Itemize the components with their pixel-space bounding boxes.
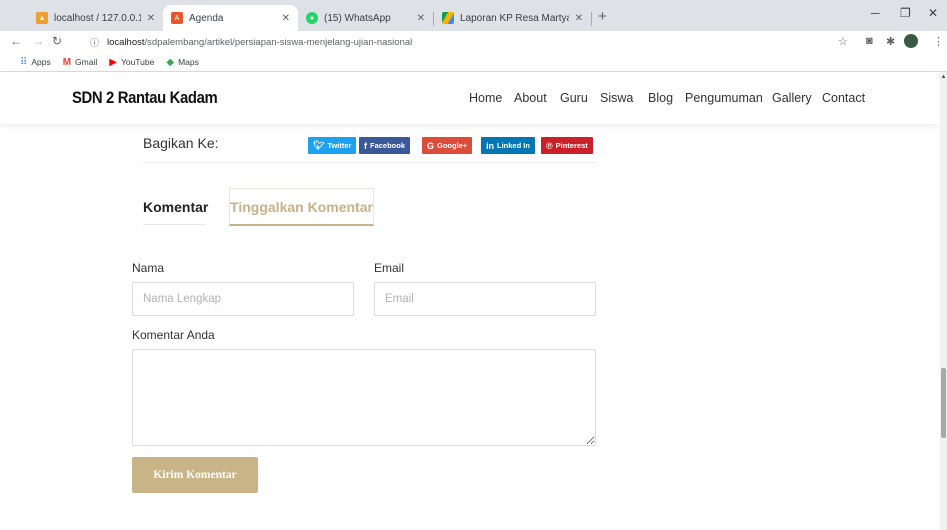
back-arrow-icon[interactable]: ←: [10, 34, 22, 48]
phpmyadmin-icon: ▲: [36, 12, 48, 24]
scrollbar-thumb[interactable]: [941, 368, 946, 438]
google-drive-icon: [442, 12, 454, 24]
share-twitter-button[interactable]: 🐦︎ Twitter: [308, 137, 357, 154]
url-host: localhost: [107, 36, 145, 48]
tab-title: Agenda: [189, 12, 224, 24]
browser-tab-bar: ▲ localhost / 127.0.0.1 / db_ ✕ A Agenda…: [0, 0, 947, 31]
profile-avatar[interactable]: [904, 34, 918, 48]
share-linkedin-button[interactable]: in Linked In: [481, 137, 535, 154]
email-label: Email: [374, 261, 405, 275]
divider: [143, 224, 206, 225]
forward-arrow-icon[interactable]: →: [32, 34, 44, 48]
bookmark-apps[interactable]: ⠿ Apps: [20, 57, 51, 68]
bookmark-label: YouTube: [120, 57, 155, 67]
extensions-puzzle-icon[interactable]: ✱: [886, 35, 895, 48]
share-button-label: Twitter: [327, 141, 352, 150]
nama-input[interactable]: [132, 282, 354, 316]
share-button-label: Google+: [437, 141, 468, 150]
nav-guru[interactable]: Guru: [560, 91, 588, 105]
whatsapp-icon: ●: [306, 12, 318, 24]
bookmark-gmail[interactable]: M Gmail: [63, 57, 98, 68]
url-path: /sdpalembang/artikel/persiapan-siswa-men…: [144, 36, 413, 48]
bookmark-label: Gmail: [75, 57, 98, 67]
restore-icon[interactable]: ❐: [900, 6, 911, 20]
tab-title: (15) WhatsApp: [324, 12, 391, 24]
pinterest-icon: ℗: [546, 140, 553, 151]
bookmark-label: Apps: [31, 57, 51, 67]
web-page: SDN 2 Rantau Kadam Home About Guru Siswa…: [0, 72, 940, 530]
scroll-up-arrow-icon[interactable]: ▲: [940, 74, 947, 80]
tab-komentar[interactable]: Komentar: [143, 199, 208, 215]
window-close-icon[interactable]: ✕: [928, 6, 938, 20]
browser-tab-drive[interactable]: Laporan KP Resa Martyan ✕: [434, 5, 591, 31]
nav-pengumuman[interactable]: Pengumuman: [685, 91, 763, 105]
maps-icon: ◆: [166, 56, 175, 68]
info-icon: ⓘ: [90, 37, 100, 48]
close-icon[interactable]: ✕: [276, 13, 290, 24]
bookmark-star-icon[interactable]: ☆: [838, 35, 848, 48]
page-scrollbar[interactable]: ▲: [940, 72, 947, 530]
divider: [143, 162, 596, 163]
bookmark-youtube[interactable]: ▶ YouTube: [109, 57, 154, 68]
bookmarks-bar: ⠿ Apps M Gmail ▶ YouTube ◆ Maps: [0, 53, 947, 72]
gmail-icon: M: [62, 56, 72, 68]
browser-toolbar: ← → ↻ ⓘ localhost/sdpalembang/artikel/pe…: [0, 31, 947, 53]
nav-home[interactable]: Home: [469, 91, 502, 105]
browser-tab-phpmyadmin[interactable]: ▲ localhost / 127.0.0.1 / db_ ✕: [28, 5, 163, 31]
kirim-komentar-button[interactable]: Kirim Komentar: [132, 457, 258, 493]
youtube-icon: ▶: [109, 56, 117, 68]
site-header: SDN 2 Rantau Kadam Home About Guru Siswa…: [0, 72, 940, 124]
reload-icon[interactable]: ↻: [52, 34, 62, 48]
share-pinterest-button[interactable]: ℗ Pinterest: [541, 137, 593, 154]
site-brand[interactable]: SDN 2 Rantau Kadam: [72, 89, 218, 108]
tab-title: localhost / 127.0.0.1 / db_: [54, 12, 141, 24]
share-facebook-button[interactable]: f Facebook: [359, 137, 411, 154]
bookmark-maps[interactable]: ◆ Maps: [166, 57, 199, 68]
close-icon[interactable]: ✕: [411, 13, 425, 24]
linkedin-icon: in: [486, 140, 494, 151]
email-input[interactable]: [374, 282, 596, 316]
minimize-icon[interactable]: ─: [871, 6, 880, 20]
twitter-icon: 🐦︎: [313, 140, 325, 150]
browser-tab-whatsapp[interactable]: ● (15) WhatsApp ✕: [298, 5, 433, 31]
share-button-label: Linked In: [497, 141, 530, 150]
menu-kebab-icon[interactable]: ⋮: [933, 35, 944, 48]
nav-siswa[interactable]: Siswa: [600, 91, 633, 105]
agenda-icon: A: [171, 12, 183, 24]
share-button-label: Pinterest: [555, 141, 588, 150]
share-google-plus-button[interactable]: G Google+: [422, 137, 473, 154]
nama-label: Nama: [132, 261, 165, 275]
nav-gallery[interactable]: Gallery: [772, 91, 812, 105]
tab-separator: [591, 12, 592, 26]
komentar-label: Komentar Anda: [132, 328, 215, 342]
nav-contact[interactable]: Contact: [822, 91, 865, 105]
nav-about[interactable]: About: [514, 91, 547, 105]
komentar-textarea[interactable]: [132, 349, 596, 446]
bookmark-label: Maps: [178, 57, 199, 67]
facebook-icon: f: [364, 140, 367, 151]
tab-tinggalkan-komentar[interactable]: Tinggalkan Komentar: [229, 188, 374, 226]
google-plus-icon: G: [427, 140, 435, 151]
browser-tab-agenda[interactable]: A Agenda ✕: [163, 5, 298, 31]
share-label: Bagikan Ke:: [143, 135, 219, 151]
tab-title: Laporan KP Resa Martyan: [460, 12, 569, 24]
share-button-label: Facebook: [370, 141, 406, 150]
close-icon[interactable]: ✕: [141, 13, 155, 24]
new-tab-button[interactable]: +: [598, 8, 607, 25]
apps-grid-icon: ⠿: [20, 56, 28, 68]
camera-icon[interactable]: ◙: [866, 35, 873, 47]
nav-blog[interactable]: Blog: [648, 91, 673, 105]
address-bar[interactable]: ⓘ localhost/sdpalembang/artikel/persiapa…: [90, 32, 890, 52]
close-icon[interactable]: ✕: [569, 13, 583, 24]
